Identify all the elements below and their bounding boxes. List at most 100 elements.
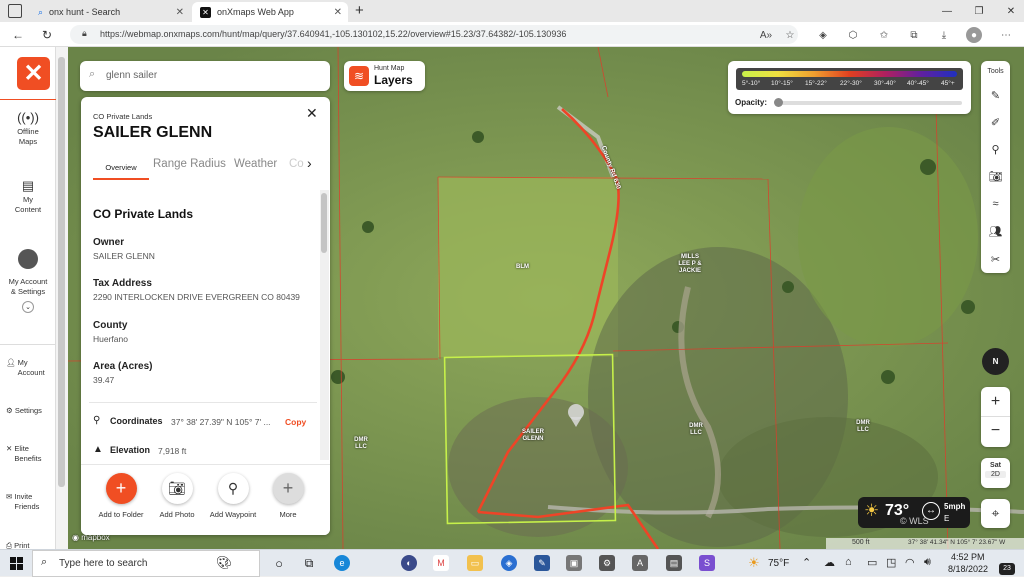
sidebar-item-invite-friends[interactable]: ✉ Invite Friends [6,492,44,512]
group-icon[interactable]: 👥︎ [981,225,1010,238]
map-scale-bar: 500 ft 37° 38' 41.34" N 105° 7' 23.67" W [826,538,1024,549]
chevron-right-icon[interactable]: › [307,155,312,171]
weather-widget[interactable]: ☀ 73° ↔ 5mph E © WLS [858,497,970,528]
windows-start-icon[interactable] [10,557,23,570]
zoom-out-button[interactable]: − [981,417,1010,447]
layers-button[interactable]: ≋ Hunt Map Layers [344,61,425,91]
url-field[interactable]: 🔒︎ https://webmap.onxmaps.com/hunt/map/q… [70,25,798,44]
tray-icon-3[interactable]: ▭ [867,556,877,569]
taskbar-search-input[interactable]: ⌕ Type here to search 🎨︎ [32,550,260,577]
chevron-down-icon[interactable]: ⌄ [22,301,34,313]
file-explorer-icon[interactable]: ▭ [467,555,483,571]
close-tab-icon[interactable]: ✕ [334,7,342,18]
tab-onxmaps[interactable]: ✕ onXmaps Web App ✕ [192,2,348,22]
minimize-button[interactable]: — [930,0,964,22]
app-icon-8[interactable]: S [699,555,715,571]
taskbar-date[interactable]: 8/18/2022 [948,564,988,574]
tab-weather[interactable]: Weather [234,158,277,170]
maximize-button[interactable]: ❐ [962,0,996,22]
volume-icon[interactable]: 🔊︎ [924,556,931,569]
settings-tool-icon[interactable]: ✂ [981,253,1010,266]
add-to-folder-button[interactable]: + Add to Folder [93,473,149,519]
sidebar-toggle-icon[interactable] [8,4,22,18]
tray-icon-4[interactable]: ◳ [886,556,896,569]
wifi-icon[interactable]: ◠ [905,556,915,569]
opacity-slider-handle[interactable] [774,98,783,107]
copy-button[interactable]: Copy [285,417,306,427]
menu-icon[interactable]: ⋯ [998,27,1014,43]
compass-button[interactable]: N [982,348,1009,375]
tray-icon-1[interactable]: ☁ [824,556,835,569]
tab-overview[interactable]: Overview [93,163,149,180]
close-window-button[interactable]: ✕ [994,0,1024,22]
onx-logo[interactable]: ✕ [17,57,50,90]
parcel-label-dmr-3: DMR LLC [856,420,870,433]
extension-icon[interactable]: ◈ [815,27,831,43]
new-tab-button[interactable]: + [355,2,364,19]
county-label: County [93,320,128,331]
edge-icon[interactable]: e [334,555,350,571]
read-aloud-icon[interactable]: A» [758,27,774,43]
wind-icon[interactable]: ≈ [981,198,1010,210]
app-icon-6[interactable]: A [632,555,648,571]
back-button[interactable]: ← [9,26,27,44]
tab-more[interactable]: Co [289,158,304,170]
notification-badge[interactable]: 23 [999,563,1015,575]
parcel-label-blm: BLM [516,264,529,270]
gmail-icon[interactable]: M [433,555,449,571]
app-icon-2[interactable]: ◈ [501,555,517,571]
app-icon-5[interactable]: ⚙ [599,555,615,571]
cortana-icon[interactable]: ○ [271,555,287,571]
sidebar-item-elite-benefits[interactable]: ✕ Elite Benefits [6,444,44,464]
waypoint-tool-icon[interactable]: ⚲ [981,143,1010,156]
sidebar-item-my-content[interactable]: ▤ My Content [0,179,56,215]
tray-icon-2[interactable]: ⌂ [845,556,852,568]
add-photo-button[interactable]: 📷︎ Add Photo [149,473,205,519]
sidebar-item-account-settings[interactable]: My Account & Settings ⌄ [0,249,56,313]
parcel-label-sailer: SAILER GLENN [521,429,544,442]
profile-icon[interactable]: ● [966,27,982,43]
app-icon-1[interactable]: ◐ [401,555,417,571]
map-mode-toggle[interactable]: Sat 2D [981,458,1010,488]
draw-shape-icon[interactable]: ✐ [981,116,1010,129]
search-input[interactable]: ⌕ glenn sailer [80,61,330,91]
app-icon-4[interactable]: ▣ [566,555,582,571]
favorites-bar-icon[interactable]: ✩ [876,27,892,43]
app-icon-3[interactable]: ✎ [534,555,550,571]
owner-value: SAILER GLENN [93,251,155,261]
favorite-icon[interactable]: ☆ [782,27,798,43]
puzzle-icon[interactable]: ⬡ [845,27,861,43]
draw-line-icon[interactable]: ✎ [981,89,1010,102]
locate-me-button[interactable]: ⌖ [981,499,1010,528]
coordinates-label: Coordinates [110,416,163,426]
wind-speed: 5mph [944,502,966,511]
add-waypoint-button[interactable]: ⚲ Add Waypoint [205,473,261,519]
elite-icon: ✕ [6,444,13,453]
opacity-label: Opacity: [735,98,768,107]
tab-range-radius[interactable]: Range Radius [153,158,226,170]
tax-address-label: Tax Address [93,278,152,289]
chevron-up-icon[interactable]: ⌃ [802,556,811,569]
more-button[interactable]: + More [260,473,316,519]
refresh-button[interactable]: ↻ [38,26,56,44]
mountain-icon: ▲ [93,444,103,455]
taskbar-temp[interactable]: 75°F [768,558,789,569]
sun-icon: ☀ [864,501,880,520]
sidebar-scrollbar[interactable] [56,47,68,549]
app-icon-7[interactable]: ▤ [666,555,682,571]
task-view-icon[interactable]: ⧉ [301,555,317,571]
close-tab-icon[interactable]: ✕ [176,7,184,18]
sidebar-item-my-account[interactable]: 👤︎ My Account [6,358,48,378]
camera-tool-icon[interactable]: 📷︎ [981,170,1010,183]
avatar [18,249,38,269]
tab-search[interactable]: ⌕ onx hunt - Search ✕ [30,2,190,22]
taskbar-time[interactable]: 4:52 PM [951,552,985,562]
sidebar-item-settings[interactable]: ⚙ Settings [6,406,42,416]
panel-scrollbar[interactable] [320,190,329,460]
zoom-in-button[interactable]: + [981,387,1010,417]
opacity-slider[interactable] [774,98,962,107]
sidebar-item-offline-maps[interactable]: ((•)) Offline Maps [0,111,56,147]
close-panel-icon[interactable]: ✕ [306,105,318,122]
download-icon[interactable]: ⤓ [936,27,952,43]
collections-icon[interactable]: ⧉ [906,27,922,43]
